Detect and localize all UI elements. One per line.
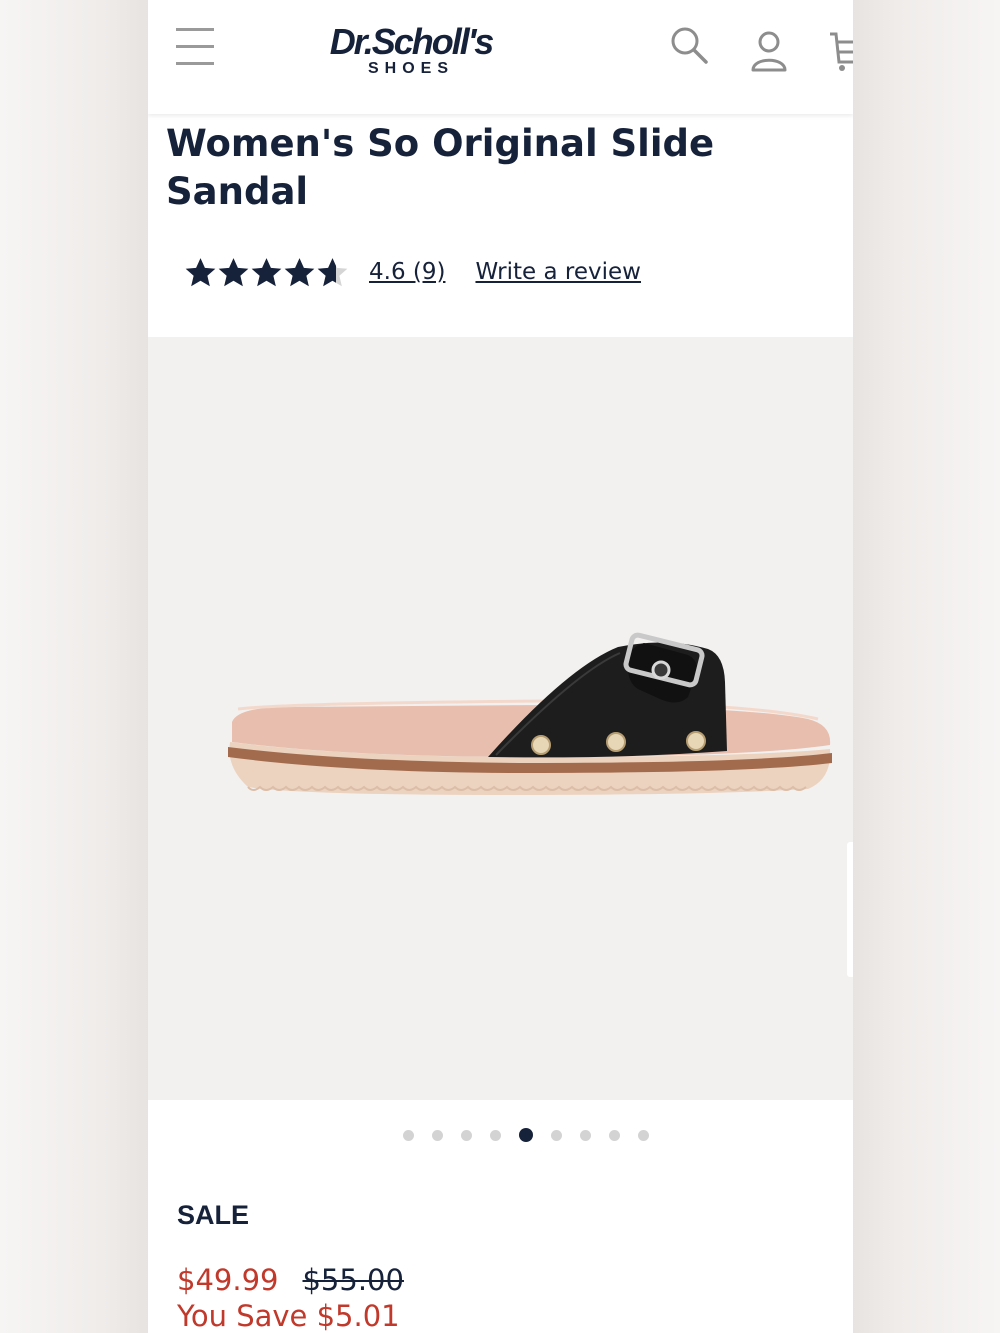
star-rating [184, 256, 349, 289]
menu-icon[interactable] [176, 28, 216, 66]
rating-row: 4.6 (9) Write a review [184, 252, 641, 292]
gallery-dot[interactable] [432, 1130, 443, 1141]
brand-logo[interactable]: Dr.Scholl's SHOES [316, 22, 506, 78]
partial-star-icon [317, 257, 348, 286]
product-image-gallery[interactable] [148, 337, 853, 1100]
price-row: $49.99 $55.00 [177, 1263, 404, 1297]
right-background [852, 0, 1000, 1333]
original-price: $55.00 [302, 1263, 404, 1297]
gallery-dot[interactable] [609, 1130, 620, 1141]
sale-label: SALE [177, 1200, 250, 1230]
gallery-dot[interactable] [461, 1130, 472, 1141]
savings-text: You Save $5.01 [177, 1299, 400, 1333]
gallery-edge-handle[interactable] [847, 842, 853, 977]
mobile-page: Dr.Scholl's SHOES Women's So Original Sl… [148, 0, 853, 1333]
star-icon [284, 257, 315, 286]
logo-subtitle: SHOES [367, 60, 454, 77]
gallery-dot[interactable] [403, 1130, 414, 1141]
account-icon[interactable] [748, 24, 790, 79]
rating-count-link[interactable]: 4.6 (9) [369, 259, 445, 285]
gallery-dot[interactable] [580, 1130, 591, 1141]
sale-price: $49.99 [177, 1263, 279, 1297]
cart-icon[interactable] [828, 24, 853, 79]
logo-wordmark: Dr.Scholl's [329, 21, 495, 62]
gallery-dot-active[interactable] [519, 1128, 533, 1142]
search-icon[interactable] [668, 24, 710, 71]
star-icon [185, 257, 216, 286]
gallery-pagination [403, 1128, 667, 1142]
gallery-dot[interactable] [551, 1130, 562, 1141]
gallery-dot[interactable] [490, 1130, 501, 1141]
product-title: Women's So Original Slide Sandal [166, 122, 715, 213]
left-background [0, 0, 148, 1333]
star-icon [251, 257, 282, 286]
write-review-link[interactable]: Write a review [475, 259, 641, 285]
product-image [228, 632, 832, 795]
gallery-dot[interactable] [638, 1130, 649, 1141]
site-header: Dr.Scholl's SHOES [148, 0, 853, 114]
star-icon [218, 257, 249, 286]
